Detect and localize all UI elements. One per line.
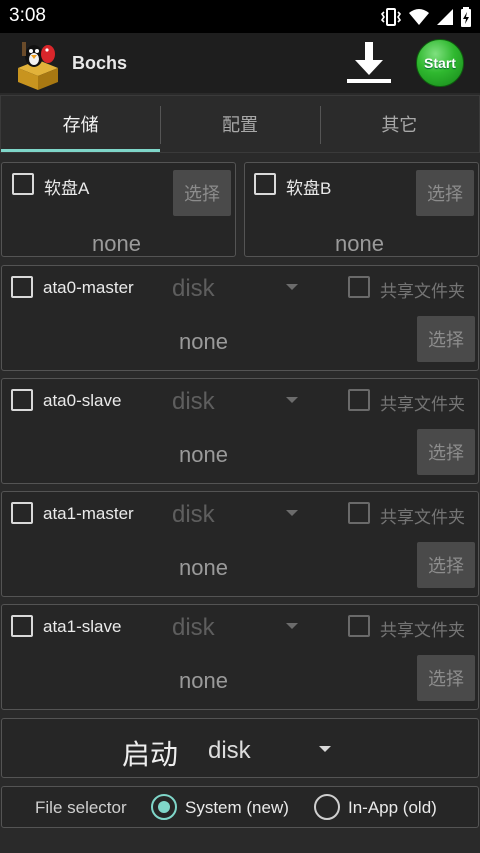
floppy-b-select-label: 选择: [427, 184, 463, 204]
bochs-logo-icon: [18, 42, 58, 90]
file-selector-label: File selector: [35, 798, 127, 817]
floppy-a-checkbox[interactable]: [12, 173, 34, 195]
floppy-a-path: none: [92, 231, 141, 256]
drive-panel-ata0-slave: ata0-slave disk 共享文件夹 none 选择: [1, 378, 479, 484]
drive-path: none: [179, 329, 228, 354]
floppy-b-select-button[interactable]: 选择: [416, 170, 474, 216]
drive-label: ata1-slave: [43, 617, 122, 636]
drive-select-label: 选择: [428, 330, 464, 350]
start-button[interactable]: Start: [416, 39, 464, 87]
status-time: 3:08: [9, 5, 46, 26]
drive-select-label: 选择: [428, 669, 464, 689]
drive-panel-ata1-slave: ata1-slave disk 共享文件夹 none 选择: [1, 604, 479, 710]
chevron-down-icon: [286, 510, 298, 516]
drive-type-spinner[interactable]: disk: [172, 501, 215, 529]
drive-panel-ata0-master: ata0-master disk 共享文件夹 none 选择: [1, 265, 479, 371]
floppy-b-checkbox[interactable]: [254, 173, 276, 195]
wifi-icon: [409, 9, 429, 25]
signal-icon: [437, 9, 453, 25]
boot-device-spinner[interactable]: disk: [208, 737, 251, 765]
floppy-a-select-label: 选择: [184, 184, 220, 204]
drive-panel-ata1-master: ata1-master disk 共享文件夹 none 选择: [1, 491, 479, 597]
download-icon: [347, 42, 391, 83]
tab-other[interactable]: 其它: [319, 96, 479, 152]
share-folder-checkbox[interactable]: [348, 276, 370, 298]
drive-path: none: [179, 668, 228, 693]
floppy-a-label: 软盘A: [44, 179, 90, 198]
drive-select-button[interactable]: 选择: [417, 655, 475, 701]
tab-storage[interactable]: 存储: [1, 96, 161, 152]
drive-checkbox[interactable]: [11, 276, 33, 298]
drive-path: none: [179, 442, 228, 467]
radio-system-label[interactable]: System (new): [185, 798, 289, 818]
drive-type-spinner[interactable]: disk: [172, 275, 215, 303]
tab-bar: 存储 配置 其它: [0, 95, 480, 153]
floppy-b-panel: 软盘B 选择 none: [244, 162, 479, 257]
tab-config-label: 配置: [221, 115, 258, 135]
share-folder-label: 共享文件夹: [380, 395, 465, 414]
tab-storage-label: 存储: [62, 115, 99, 135]
status-bar: 3:08: [0, 0, 480, 33]
start-label: Start: [424, 55, 456, 71]
floppy-b-path: none: [335, 231, 384, 256]
share-folder-label: 共享文件夹: [380, 282, 465, 301]
drive-label: ata1-master: [43, 504, 134, 523]
app-title: Bochs: [72, 53, 128, 73]
drive-label: ata0-master: [43, 278, 134, 297]
drive-select-label: 选择: [428, 556, 464, 576]
chevron-down-icon: [286, 623, 298, 629]
chevron-down-icon: [286, 284, 298, 290]
share-folder-checkbox[interactable]: [348, 502, 370, 524]
drive-select-button[interactable]: 选择: [417, 316, 475, 362]
radio-system[interactable]: [151, 794, 177, 820]
download-button[interactable]: [344, 39, 394, 85]
battery-icon: [461, 7, 471, 27]
drive-type-spinner[interactable]: disk: [172, 388, 215, 416]
drive-checkbox[interactable]: [11, 615, 33, 637]
radio-in-app-label[interactable]: In-App (old): [348, 798, 437, 818]
floppy-a-panel: 软盘A 选择 none: [1, 162, 236, 257]
radio-in-app[interactable]: [314, 794, 340, 820]
drive-checkbox[interactable]: [11, 502, 33, 524]
share-folder-label: 共享文件夹: [380, 508, 465, 527]
drive-label: ata0-slave: [43, 391, 122, 410]
share-folder-checkbox[interactable]: [348, 615, 370, 637]
file-selector-panel: File selector System (new) In-App (old): [1, 786, 479, 828]
floppy-b-label: 软盘B: [286, 179, 332, 198]
chevron-down-icon: [286, 397, 298, 403]
tab-other-label: 其它: [381, 115, 418, 135]
drive-type-spinner[interactable]: disk: [172, 614, 215, 642]
share-folder-checkbox[interactable]: [348, 389, 370, 411]
drive-select-button[interactable]: 选择: [417, 542, 475, 588]
action-bar: Bochs Start: [0, 33, 480, 93]
drive-select-label: 选择: [428, 443, 464, 463]
floppy-a-select-button[interactable]: 选择: [173, 170, 231, 216]
drive-select-button[interactable]: 选择: [417, 429, 475, 475]
boot-panel: 启动 disk: [1, 718, 479, 778]
share-folder-label: 共享文件夹: [380, 621, 465, 640]
boot-label: 启动: [122, 739, 179, 770]
vibrate-icon: [380, 8, 402, 26]
chevron-down-icon: [319, 746, 331, 752]
drive-path: none: [179, 555, 228, 580]
tab-config[interactable]: 配置: [160, 96, 319, 152]
drive-checkbox[interactable]: [11, 389, 33, 411]
